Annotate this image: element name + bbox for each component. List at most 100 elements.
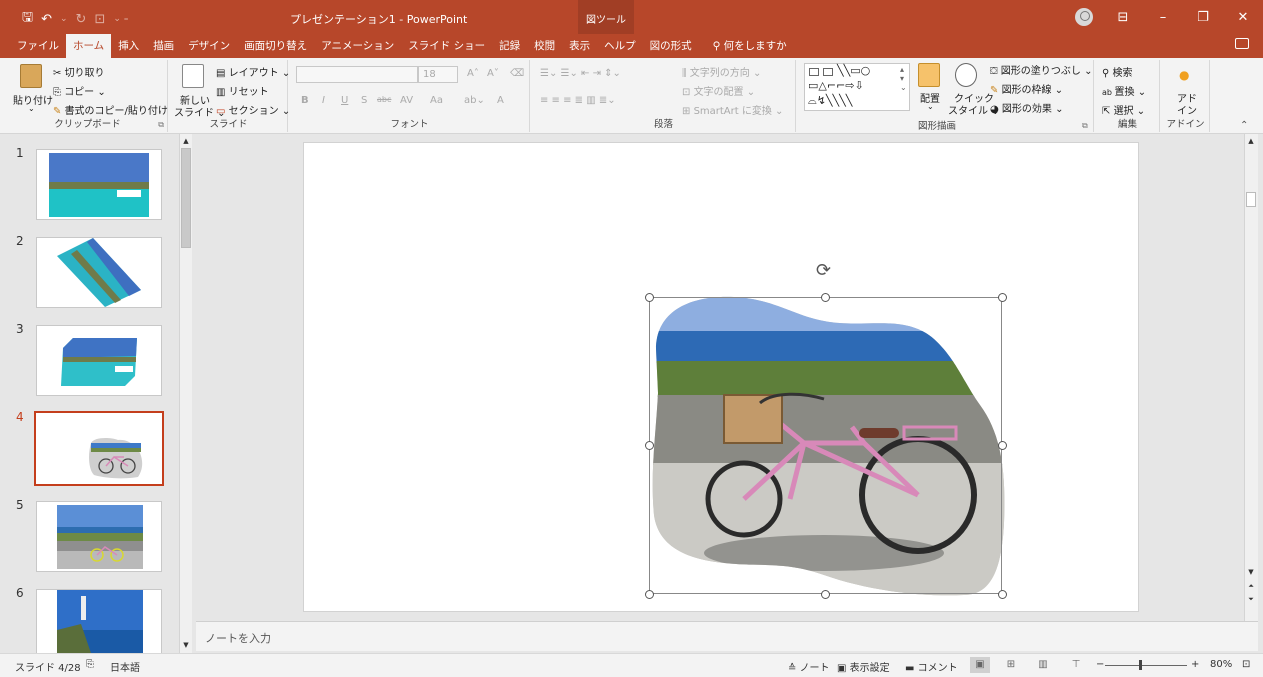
bold-button[interactable]: B (301, 95, 309, 106)
comments-icon[interactable] (1235, 38, 1249, 49)
customize-icon[interactable]: ⌄ ₌ (113, 14, 128, 24)
zoom-in-button[interactable]: + (1191, 659, 1199, 670)
font-size-box[interactable]: 18 (418, 66, 458, 83)
font-color-button[interactable]: A (497, 95, 504, 106)
change-case-button[interactable]: Aa (430, 95, 443, 106)
align-icons[interactable]: ≡ ≡ ≡ ≣ ▥ ≣⌄ (540, 95, 616, 106)
scroll-down-icon[interactable]: ▼ (1245, 566, 1257, 579)
char-spacing-button[interactable]: AV (400, 95, 413, 106)
tab-draw[interactable]: 描画 (146, 38, 181, 58)
slide-scrollbar[interactable]: ▲ ▼ ⏶ ⏷ (1244, 134, 1258, 621)
addins-icon[interactable]: ● (1179, 68, 1189, 82)
addins-label-2[interactable]: イン (1177, 102, 1197, 117)
minimize-icon[interactable]: – (1143, 10, 1183, 25)
restore-icon[interactable]: ❐ (1183, 10, 1223, 25)
slide-thumbnail-4[interactable] (34, 411, 164, 486)
slide-sorter-icon[interactable]: ⊞ (1001, 657, 1021, 673)
tab-animations[interactable]: アニメーション (314, 38, 401, 58)
shape-outline-button[interactable]: ✎ 図形の枠線 ⌄ (990, 81, 1063, 96)
fit-slide-icon[interactable]: ⊡ (1242, 659, 1250, 670)
slide-thumbnail-2[interactable] (36, 237, 162, 308)
resize-handle-e[interactable] (998, 441, 1007, 450)
comments-toggle[interactable]: ▬ コメント (905, 659, 958, 674)
scrollbar-thumb[interactable] (181, 148, 191, 248)
tab-design[interactable]: デザイン (181, 38, 237, 58)
resize-handle-n[interactable] (821, 293, 830, 302)
rotate-handle-icon[interactable]: ⟳ (816, 260, 831, 281)
copy-button[interactable]: ⎘ コピー ⌄ (53, 83, 106, 98)
slideshow-view-icon[interactable]: ⊤ (1066, 657, 1086, 673)
new-slide-icon[interactable] (182, 64, 204, 88)
language-indicator[interactable]: 日本語 (110, 659, 140, 674)
shrink-font-icon[interactable]: A˅ (487, 68, 499, 79)
clipboard-launcher-icon[interactable]: ⧉ (158, 120, 164, 130)
slide-thumbnail-5[interactable] (36, 501, 162, 572)
normal-view-icon[interactable]: ▣ (970, 657, 990, 673)
redo-icon[interactable]: ↻ (76, 12, 87, 27)
zoom-out-button[interactable]: − (1096, 659, 1104, 670)
align-text-button[interactable]: ⊡ 文字の配置 ⌄ (682, 83, 755, 98)
quick-styles-icon[interactable] (955, 63, 977, 87)
tab-home[interactable]: ホーム (66, 34, 112, 58)
resize-handle-w[interactable] (645, 441, 654, 450)
tab-transitions[interactable]: 画面切り替え (237, 38, 314, 58)
shadow-button[interactable]: S (361, 95, 367, 106)
reading-view-icon[interactable]: ▥ (1033, 657, 1053, 673)
zoom-slider-track[interactable] (1105, 665, 1187, 666)
scroll-up-icon[interactable]: ▲ (180, 135, 192, 148)
text-direction-button[interactable]: ⫼ 文字列の方向 ⌄ (682, 64, 761, 79)
bullets-icon[interactable]: ☰⌄ ☰⌄ ⇤ ⇥ ⇕⌄ (540, 68, 621, 79)
select-button[interactable]: ⇱ 選択 ⌄ (1102, 102, 1145, 117)
notes-toggle[interactable]: ≙ ノート (788, 659, 830, 674)
resize-handle-ne[interactable] (998, 293, 1007, 302)
present-icon[interactable]: ⊡ (94, 12, 105, 27)
tab-record[interactable]: 記録 (492, 38, 527, 58)
italic-button[interactable]: I (322, 95, 325, 106)
account-avatar[interactable] (1075, 8, 1093, 26)
display-settings-button[interactable]: ▣ 表示設定 (837, 659, 890, 674)
undo-icon[interactable]: ↶ (41, 12, 52, 27)
strikethrough-button[interactable]: abc (377, 95, 391, 104)
scrollbar-thumb[interactable] (1246, 192, 1256, 207)
scroll-up-icon[interactable]: ▲ (1245, 135, 1257, 148)
underline-button[interactable]: U (341, 95, 348, 106)
shape-fill-button[interactable]: ⛋ 図形の塗りつぶし ⌄ (990, 62, 1092, 77)
replace-button[interactable]: ab 置換 ⌄ (1102, 83, 1146, 98)
format-painter-button[interactable]: ✎ 書式のコピー/貼り付け (53, 102, 168, 117)
picture-selection-box[interactable] (649, 297, 1002, 594)
find-button[interactable]: ⚲ 検索 (1102, 64, 1133, 79)
tab-review[interactable]: 校閲 (527, 38, 562, 58)
tab-insert[interactable]: 挿入 (111, 38, 146, 58)
reset-button[interactable]: ▥ リセット (216, 83, 269, 98)
shapes-gallery[interactable]: ╲╲▭○ ▭△⌐⌐⇨⇩ ⌓↯╲╲╲╲ (804, 63, 910, 111)
thumbnails-scrollbar[interactable]: ▲ ▼ (179, 134, 192, 653)
undo-dropdown-icon[interactable]: ⌄ (60, 14, 68, 24)
shape-effects-button[interactable]: ◕ 図形の効果 ⌄ (990, 100, 1063, 115)
tell-me-search[interactable]: ⚲ 何をしますか (705, 38, 795, 58)
tab-file[interactable]: ファイル (10, 38, 66, 58)
save-icon[interactable]: 🖫 (22, 8, 33, 30)
slide-thumbnail-1[interactable] (36, 149, 162, 220)
gallery-more-icon[interactable]: ▴ ▾ ⌄ (900, 65, 907, 92)
resize-handle-sw[interactable] (645, 590, 654, 599)
tab-slideshow[interactable]: スライド ショー (401, 38, 492, 58)
slide-thumbnail-3[interactable] (36, 325, 162, 396)
next-slide-icon[interactable]: ⏷ (1245, 593, 1257, 606)
close-icon[interactable]: ✕ (1223, 10, 1263, 25)
ribbon-display-icon[interactable]: ⊟ (1103, 10, 1143, 25)
arrange-dropdown-icon[interactable]: ⌄ (927, 102, 934, 111)
collapse-ribbon-icon[interactable]: ⌃ (1240, 120, 1248, 131)
highlight-icon[interactable]: ab⌄ (464, 95, 485, 106)
resize-handle-nw[interactable] (645, 293, 654, 302)
paste-icon[interactable] (20, 64, 42, 88)
tab-view[interactable]: 表示 (562, 38, 597, 58)
grow-font-icon[interactable]: A˄ (467, 68, 479, 79)
zoom-slider-thumb[interactable] (1139, 660, 1142, 670)
paste-dropdown-icon[interactable]: ⌄ (28, 104, 35, 113)
scroll-down-icon[interactable]: ▼ (180, 639, 192, 652)
resize-handle-s[interactable] (821, 590, 830, 599)
font-name-box[interactable] (296, 66, 418, 83)
drawing-launcher-icon[interactable]: ⧉ (1082, 121, 1088, 131)
layout-button[interactable]: ▤ レイアウト ⌄ (216, 64, 290, 79)
notes-pane[interactable]: ノートを入力 (196, 621, 1258, 651)
